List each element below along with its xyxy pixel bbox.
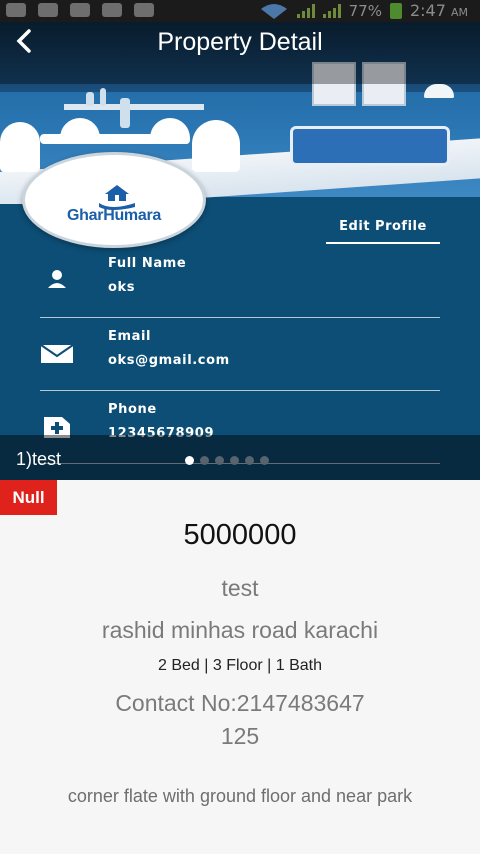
property-description: corner flate with ground floor and near …	[67, 786, 413, 806]
lamp	[424, 84, 454, 98]
status-badge: Null	[0, 480, 57, 515]
profile-logo: GharHumara	[22, 152, 206, 248]
person-icon	[48, 270, 66, 288]
app-header: Property Detail	[0, 22, 480, 84]
vase	[86, 92, 94, 106]
clock-ampm: AM	[450, 6, 468, 19]
shelf	[64, 104, 204, 110]
page-indicator	[185, 456, 269, 465]
messenger-icon	[38, 3, 58, 17]
logo-wordmark: GharHumara	[25, 207, 203, 225]
clock-time: 2:47	[409, 1, 446, 20]
page-dot[interactable]	[260, 456, 269, 465]
field-label: Full Name	[108, 256, 187, 271]
field-label: Email	[108, 329, 152, 344]
battery-percent: 77%	[348, 1, 382, 20]
status-right: 77% 2:47 AM	[259, 1, 468, 20]
edit-profile-button[interactable]: Edit Profile	[326, 210, 440, 244]
field-value: oks@gmail.com	[108, 353, 230, 368]
battery-icon	[389, 2, 402, 19]
chair	[192, 120, 240, 172]
logo-text-ghar: Ghar	[67, 207, 104, 224]
vase	[100, 88, 106, 106]
property-area: 125	[220, 723, 260, 749]
page-dot[interactable]	[200, 456, 209, 465]
property-contact[interactable]: Contact No:2147483647	[0, 690, 480, 717]
page-title: Property Detail	[157, 28, 323, 56]
field-label: Phone	[108, 402, 157, 417]
page-dot[interactable]	[230, 456, 239, 465]
notification-icons	[6, 3, 154, 17]
email-field: Email oks@gmail.com	[40, 317, 440, 391]
carousel-caption: 1)test	[16, 449, 62, 469]
clock: 2:47 AM	[410, 1, 468, 20]
signal-2-icon	[322, 3, 341, 18]
full-name-field: Full Name oks	[40, 244, 440, 318]
status-bar: 77% 2:47 AM	[0, 0, 480, 22]
warning-icon	[134, 3, 154, 17]
image-icon	[102, 3, 122, 17]
chair	[0, 122, 40, 172]
property-title: test	[221, 575, 259, 601]
page-dot[interactable]	[185, 456, 194, 465]
logo-text-humara: Humara	[103, 207, 161, 224]
page-dot[interactable]	[245, 456, 254, 465]
sofa	[290, 126, 450, 166]
chat-icon	[6, 3, 26, 17]
wifi-icon	[260, 3, 287, 19]
vase	[120, 98, 130, 128]
envelope-icon	[40, 344, 74, 363]
property-address: rashid minhas road karachi	[101, 617, 379, 643]
page-dot[interactable]	[215, 456, 224, 465]
property-price: 5000000	[183, 519, 297, 551]
field-value: oks	[108, 280, 136, 295]
property-specs: 2 Bed | 3 Floor | 1 Bath	[158, 657, 322, 674]
signal-icon	[296, 3, 315, 18]
carousel-caption-bar: 1)test	[0, 435, 480, 480]
whatsapp-icon	[70, 3, 90, 17]
